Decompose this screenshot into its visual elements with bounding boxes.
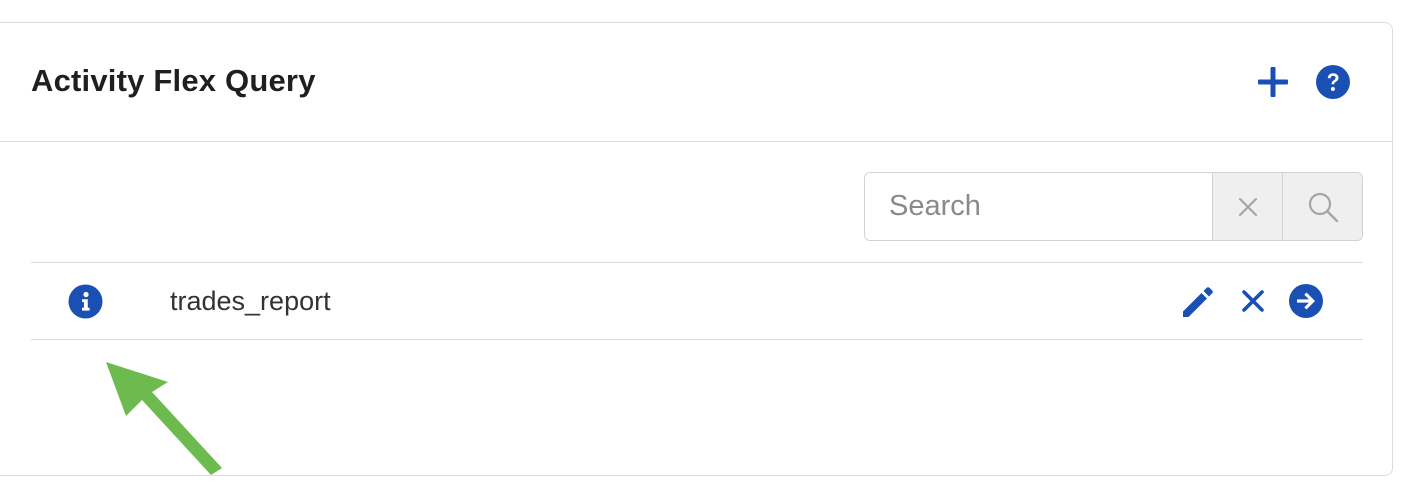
panel-title: Activity Flex Query [31, 63, 316, 98]
help-button[interactable] [1315, 64, 1351, 100]
run-query-button[interactable] [1288, 283, 1324, 319]
panel-header: Activity Flex Query [0, 23, 1392, 142]
magnifier-icon [1308, 192, 1338, 222]
x-icon [1242, 290, 1264, 312]
pencil-icon [1183, 287, 1213, 317]
info-circle-icon [68, 284, 103, 319]
list-bottom-divider [31, 339, 1363, 340]
search-submit-button[interactable] [1282, 173, 1362, 240]
search-clear-button[interactable] [1212, 173, 1282, 240]
annotation-arrow-icon [106, 362, 222, 475]
question-circle-icon [1316, 65, 1350, 99]
add-query-button[interactable] [1256, 65, 1290, 99]
edit-query-button[interactable] [1179, 282, 1217, 320]
arrow-right-circle-icon [1289, 284, 1323, 318]
search-input[interactable] [865, 173, 1212, 240]
plus-icon [1258, 67, 1288, 97]
search-group [864, 172, 1363, 241]
delete-query-button[interactable] [1239, 287, 1267, 315]
list-item: trades_report [31, 263, 1363, 339]
query-name[interactable]: trades_report [170, 286, 331, 317]
info-button[interactable] [68, 284, 103, 319]
x-icon [1238, 197, 1257, 216]
